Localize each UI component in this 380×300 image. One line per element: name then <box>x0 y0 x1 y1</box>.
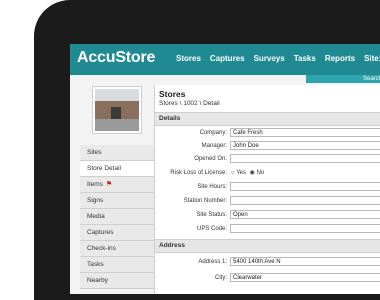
section-title: Address <box>159 242 186 249</box>
opened-label: Opened On: <box>194 156 227 162</box>
main-nav: Stores Captures Surveys Tasks Reports Si… <box>176 54 380 63</box>
store-photo <box>92 86 142 134</box>
address1-row: Address 1: 5400 140th Ave N <box>155 256 380 268</box>
ups-row: UPS Code: <box>155 223 380 235</box>
detail-panel: Stores Stores \ 1002 \ Detail Details Co… <box>154 85 380 294</box>
company-field[interactable]: Cafe Fresh <box>230 128 380 137</box>
address-section-header: Address <box>155 239 380 253</box>
nav-captures[interactable]: Captures <box>210 54 245 63</box>
opened-field[interactable]: ▦ <box>230 154 380 163</box>
ups-label: UPS Code: <box>196 226 227 232</box>
app-screen: AccuStore Stores Captures Surveys Tasks … <box>70 44 380 294</box>
city-field[interactable]: Clearwater <box>230 273 380 282</box>
hours-label: Site Hours: <box>197 184 227 190</box>
nav-reports[interactable]: Reports <box>325 54 355 63</box>
nav-surveys[interactable]: Surveys <box>254 54 285 63</box>
opened-row: Opened On: ▦ <box>155 153 380 165</box>
sidebar-item-nearby[interactable]: Nearby <box>80 273 154 289</box>
app-logo[interactable]: AccuStore <box>77 49 155 67</box>
hours-row: Site Hours: <box>155 181 380 193</box>
sidebar-item-media[interactable]: Media <box>80 209 154 225</box>
sidebar-item-store-detail[interactable]: Store Detail <box>80 161 154 177</box>
sidebar-item-check-ins[interactable]: Check-ins <box>80 241 154 257</box>
page-title: Stores <box>159 89 186 99</box>
station-row: Station Number: <box>155 195 380 207</box>
sidebar-item-label: Check-ins <box>87 245 116 252</box>
risk-row: Risk Loss of License: ○ Yes ◉ No <box>155 167 380 179</box>
nav-site10[interactable]: Site10 <box>364 54 380 63</box>
breadcrumb: Stores \ 1002 \ Detail <box>159 100 220 107</box>
details-section-header: Details <box>155 112 380 126</box>
status-label: Site Status: <box>196 212 227 218</box>
sidebar: Sites Store Detail Items ⚑ Signs Media Ca… <box>80 145 154 289</box>
manager-label: Manager: <box>201 143 227 149</box>
sidebar-item-tasks[interactable]: Tasks <box>80 257 154 273</box>
address1-label: Address 1: <box>198 259 227 265</box>
manager-field[interactable]: John Doe <box>230 141 380 150</box>
city-label: City: <box>215 275 227 281</box>
sidebar-item-label: Signs <box>87 197 104 204</box>
photo-road <box>95 119 139 131</box>
section-title: Details <box>159 115 181 122</box>
station-label: Station Number: <box>183 198 227 204</box>
photo-door <box>111 107 121 119</box>
sidebar-item-label: Nearby <box>87 277 108 284</box>
address1-field[interactable]: 5400 140th Ave N <box>230 257 380 266</box>
manager-row: Manager: John Doe <box>155 140 380 152</box>
sidebar-item-label: Store Detail <box>87 165 121 172</box>
radio-yes-icon[interactable]: ○ <box>231 170 235 176</box>
sidebar-item-label: Media <box>87 213 105 220</box>
risk-radio-group: ○ Yes ◉ No <box>231 167 264 179</box>
nav-stores[interactable]: Stores <box>176 54 201 63</box>
sidebar-item-label: Tasks <box>87 261 104 268</box>
top-bar: AccuStore Stores Captures Surveys Tasks … <box>70 44 380 75</box>
sidebar-item-label: Sites <box>87 149 102 156</box>
radio-no-label: No <box>256 170 265 176</box>
risk-label: Risk Loss of License: <box>170 170 227 176</box>
radio-yes-label: Yes <box>236 170 246 176</box>
sidebar-item-signs[interactable]: Signs <box>80 193 154 209</box>
radio-no-icon[interactable]: ◉ <box>250 170 255 176</box>
sidebar-item-label: Items <box>87 181 103 188</box>
status-value: Open <box>233 212 248 218</box>
company-row: Company: Cafe Fresh <box>155 127 380 139</box>
station-field[interactable] <box>230 196 380 205</box>
sidebar-item-captures[interactable]: Captures <box>80 225 154 241</box>
device-frame: AccuStore Stores Captures Surveys Tasks … <box>0 0 380 300</box>
nav-tasks[interactable]: Tasks <box>294 54 316 63</box>
sidebar-item-sites[interactable]: Sites <box>80 145 154 161</box>
sidebar-item-label: Captures <box>87 229 114 236</box>
search-bar[interactable]: Search <box>306 75 380 83</box>
flag-icon: ⚑ <box>105 181 113 188</box>
city-row: City: Clearwater <box>155 272 380 284</box>
tablet-bezel: AccuStore Stores Captures Surveys Tasks … <box>34 0 380 300</box>
sidebar-item-items[interactable]: Items ⚑ <box>80 177 154 193</box>
hours-field[interactable] <box>230 182 380 191</box>
status-row: Site Status: Open▾ <box>155 209 380 221</box>
search-label: Search <box>362 76 380 82</box>
company-label: Company: <box>199 130 227 136</box>
ups-field[interactable] <box>230 224 380 233</box>
status-select[interactable]: Open▾ <box>230 210 380 219</box>
